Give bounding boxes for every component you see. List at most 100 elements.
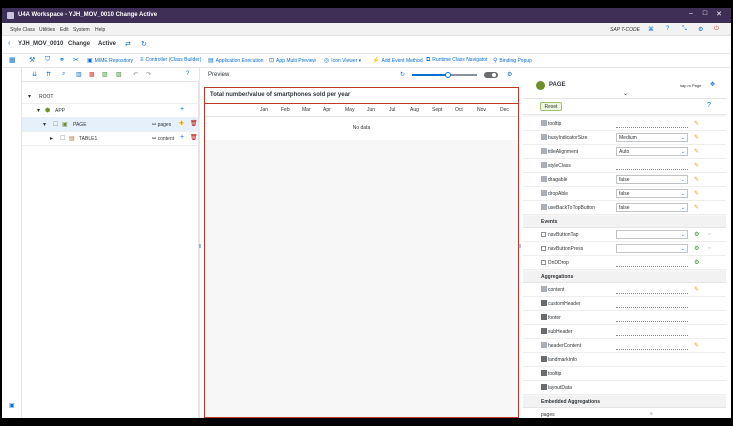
binding-icon[interactable]: ✎ [694,148,699,155]
favorite-icon[interactable]: ✚ [179,120,185,127]
collapse-caret-icon[interactable]: ▸ [50,135,53,142]
swap-icon[interactable]: ⇄ [125,40,131,48]
event-settings-icon[interactable]: ⚙ [694,245,699,252]
preview-toggle[interactable] [484,72,498,78]
properties-help-icon[interactable]: ? [707,102,711,109]
aggregation-input[interactable] [616,327,688,336]
add-child-icon[interactable]: + [180,134,184,141]
delete-icon[interactable]: 🗑 [190,134,198,141]
tree-row-page[interactable]: ▾ ☐ ▣ PAGE ⚯ pages ✚ 🗑 [22,118,200,132]
sap-tcode-label[interactable]: SAP T-CODE [610,27,640,33]
binding-icon[interactable]: ✎ [694,176,699,183]
maximize-button[interactable]: □ [699,10,711,17]
delete-tool-icon[interactable]: ▩ [89,71,95,78]
paste-icon[interactable]: ▨ [116,71,122,78]
tree-row-table1[interactable]: ▸ ☐ ▤ TABLE1 ⚯ content + 🗑 [22,132,200,146]
tree-row-root[interactable]: ▾ ROOT [22,90,200,104]
reset-button[interactable]: Reset [540,102,562,111]
property-select[interactable]: false ⌄ [616,175,688,184]
close-window-button[interactable]: ✕ [713,10,725,18]
command-icon[interactable]: ⌘ [648,26,654,33]
property-select[interactable]: false ⌄ [616,203,688,212]
layout-icon[interactable]: ▦ [9,56,16,64]
columns-icon[interactable]: ▥ [76,71,82,78]
event-method-select[interactable]: ⌄ [616,230,688,239]
menu-edit[interactable]: Edit [60,27,69,33]
aggregation-input[interactable] [616,313,688,322]
collapse-icon[interactable]: ⤡ [682,26,687,33]
collapse-all-icon[interactable]: ⇈ [46,71,51,78]
dropdown-icon[interactable]: ⌄ [681,245,685,253]
preview-settings-icon[interactable]: ⚙ [507,71,512,78]
binding-icon[interactable]: ✎ [694,134,699,141]
logout-icon[interactable]: ⏻ [714,26,719,33]
sitemap-icon[interactable]: ⚭ [59,56,65,64]
dropdown-icon[interactable]: ⌄ [681,231,685,239]
aggregation-input[interactable] [616,341,688,350]
event-checkbox[interactable] [541,232,546,237]
vertical-scrollbar[interactable] [726,68,731,418]
event-settings-icon[interactable]: ⚙ [694,259,699,266]
app-execution-button[interactable]: ▤ Application Execution [208,57,263,64]
left-splitter-handle[interactable]: ‖ [199,244,201,250]
event-method-input[interactable] [616,258,688,267]
refresh-preview-icon[interactable]: ↻ [400,71,405,78]
menu-style-class[interactable]: Style Class [10,27,35,33]
right-splitter-handle[interactable]: ‖ [519,244,521,250]
dropdown-icon[interactable]: ⌄ [681,190,685,198]
event-settings-icon[interactable]: ⚙ [694,231,699,238]
control-class-link[interactable]: sap.m.Page [680,83,701,88]
help-icon[interactable]: ? [666,26,669,32]
minimize-button[interactable]: – [685,10,697,17]
wrench-icon[interactable]: ⚒ [29,56,35,64]
dropdown-icon[interactable]: ⌄ [681,176,685,184]
event-checkbox[interactable] [541,260,546,265]
chevron-down-icon[interactable]: ⌄ [623,90,628,97]
binding-icon[interactable]: ✎ [694,286,699,293]
delete-icon[interactable]: 🗑 [190,120,198,127]
settings-icon[interactable]: ⚙ [698,26,703,33]
dropdown-icon[interactable]: ⌄ [681,148,685,156]
binding-icon[interactable]: ✎ [694,342,699,349]
binding-icon[interactable]: ✎ [694,120,699,127]
collapse-caret-icon[interactable]: ▾ [37,107,40,114]
checkbox-icon[interactable]: ☐ [53,121,58,128]
event-method-select[interactable]: ⌄ [616,244,688,253]
icon-viewer-button[interactable]: ◎ Icon Viewer ▾ [324,57,361,64]
property-input[interactable] [616,119,688,128]
tools-icon[interactable]: ✂ [73,56,79,64]
event-link-icon[interactable]: ⇔ [707,231,712,237]
copy-icon[interactable]: ▧ [102,71,108,78]
zoom-slider[interactable] [412,72,477,78]
binding-icon[interactable]: ✎ [694,204,699,211]
collapse-caret-icon[interactable]: ▾ [43,121,46,128]
menu-help[interactable]: Help [95,27,105,33]
controller-button[interactable]: ≡ Controller (Class Builder) [140,57,201,63]
property-select[interactable]: false ⌄ [616,189,688,198]
undo-icon[interactable]: ↶ [133,71,138,78]
shield-icon[interactable]: ⛉ [45,56,50,64]
dropdown-icon[interactable]: ⌄ [681,134,685,142]
runtime-class-navigator-button[interactable]: ⧉ Runtime Class Navigator [426,57,488,64]
property-select[interactable]: Medium ⌄ [616,133,688,142]
binding-icon[interactable]: ✎ [694,190,699,197]
menu-utilities[interactable]: Utilities [39,27,55,33]
refresh-icon[interactable]: ↻ [141,40,147,48]
menu-system[interactable]: System [73,27,90,33]
search-icon[interactable]: ⌕ [62,71,65,78]
checkbox-icon[interactable]: ☐ [60,135,65,142]
back-icon[interactable]: ‹ [8,40,10,47]
event-checkbox[interactable] [541,246,546,251]
add-event-method-button[interactable]: ⚡ Add Event Method [372,57,423,64]
aggregation-input[interactable] [616,285,688,294]
embedded-menu-icon[interactable]: ≡ [650,411,653,417]
aggregation-input[interactable] [616,299,688,308]
expand-all-icon[interactable]: ⇊ [32,71,37,78]
navigate-icon[interactable]: ✥ [710,81,715,88]
tree-row-app[interactable]: ▾ ⬢ APP + [22,104,200,118]
add-child-icon[interactable]: + [180,106,184,113]
dropdown-icon[interactable]: ⌄ [681,204,685,212]
zoom-slider-knob[interactable] [444,72,451,78]
property-select[interactable]: Auto ⌄ [616,147,688,156]
binding-icon[interactable]: ✎ [694,162,699,169]
